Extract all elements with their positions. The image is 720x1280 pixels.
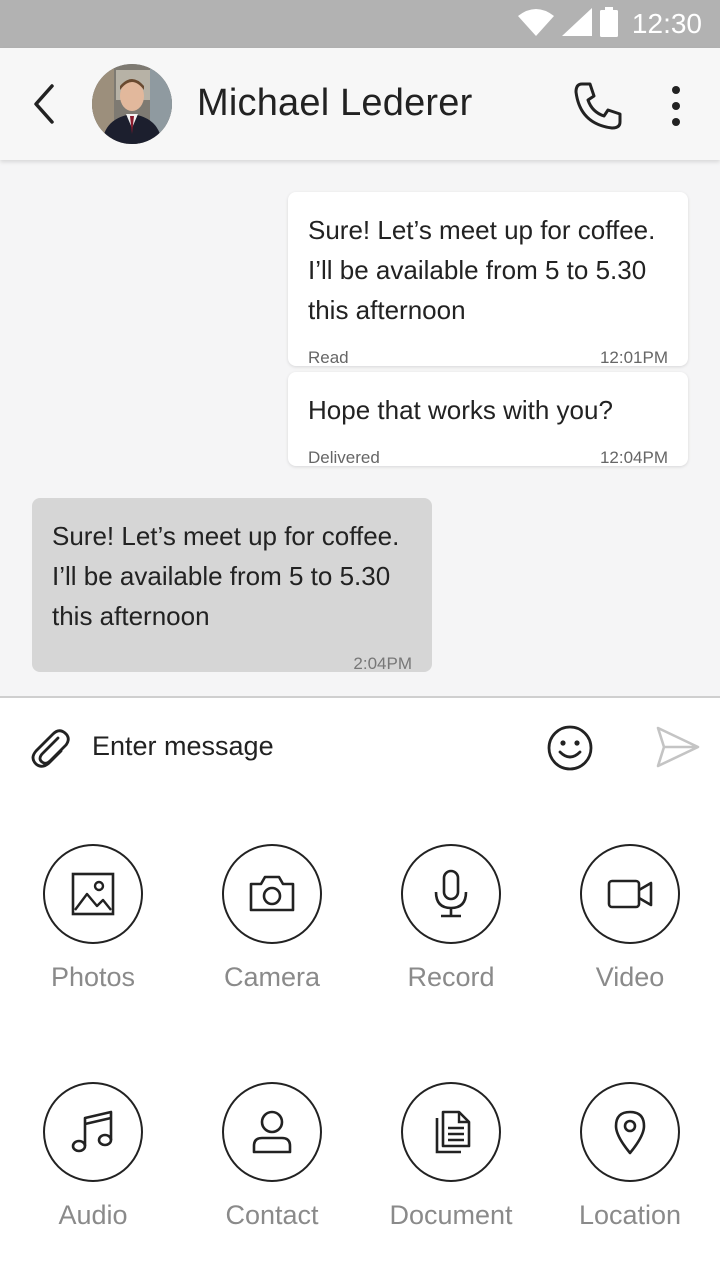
paperclip-icon: [31, 729, 70, 768]
message-status: Delivered: [308, 448, 380, 467]
attach-label: Record: [407, 962, 495, 992]
send-icon: [656, 726, 700, 768]
attach-photos-button[interactable]: Photos: [3, 844, 183, 993]
attach-record-button[interactable]: Record: [361, 844, 541, 993]
attach-label: Audio: [58, 1200, 128, 1230]
person-icon: [252, 1110, 292, 1154]
attach-location-button[interactable]: Location: [540, 1082, 720, 1231]
back-button[interactable]: [26, 80, 66, 128]
attach-label: Photos: [50, 962, 136, 992]
attach-audio-circle: [43, 1082, 143, 1182]
attach-contact-button[interactable]: Contact: [182, 1082, 362, 1231]
attach-contact-circle: [222, 1082, 322, 1182]
photo-icon: [71, 872, 115, 916]
signal-icon: [561, 7, 592, 41]
attach-document-button[interactable]: Document: [361, 1082, 541, 1231]
attach-video-button[interactable]: Video: [540, 844, 720, 993]
attach-photos-circle: [43, 844, 143, 944]
attach-label: Location: [578, 1200, 682, 1230]
phone-icon: [574, 82, 622, 130]
contact-avatar[interactable]: [92, 64, 172, 144]
attach-camera-circle: [222, 844, 322, 944]
message-composer: [0, 696, 720, 798]
microphone-icon: [434, 869, 468, 918]
attach-location-circle: [580, 1082, 680, 1182]
outgoing-message[interactable]: Hope that works with you? Delivered 12:0…: [288, 372, 688, 467]
status-icons: 12:30: [517, 6, 702, 42]
attach-button[interactable]: [28, 726, 72, 770]
more-vert-icon: [672, 86, 680, 126]
wifi-icon: [517, 8, 554, 41]
message-text: Sure! Let’s meet up for coffee. I’ll be …: [52, 521, 400, 631]
attach-audio-button[interactable]: Audio: [3, 1082, 183, 1231]
message-list[interactable]: Sure! Let’s meet up for coffee. I’ll be …: [0, 160, 720, 696]
music-note-icon: [71, 1110, 113, 1153]
call-button[interactable]: [570, 78, 626, 134]
emoji-button[interactable]: [546, 724, 594, 772]
message-input[interactable]: [92, 720, 512, 772]
location-pin-icon: [614, 1110, 646, 1155]
more-options-button[interactable]: [660, 84, 692, 128]
message-time: 2:04PM: [353, 654, 412, 673]
camera-icon: [249, 875, 295, 912]
message-text: Hope that works with you?: [308, 395, 613, 425]
send-button[interactable]: [654, 724, 702, 770]
attach-camera-button[interactable]: Camera: [182, 844, 362, 993]
attach-video-circle: [580, 844, 680, 944]
document-icon: [435, 1110, 471, 1154]
battery-icon: [599, 6, 618, 42]
outgoing-message[interactable]: Sure! Let’s meet up for coffee. I’ll be …: [288, 192, 688, 367]
attach-record-circle: [401, 844, 501, 944]
message-meta: Delivered 12:04PM: [308, 438, 668, 467]
incoming-message[interactable]: Sure! Let’s meet up for coffee. I’ll be …: [32, 498, 432, 673]
conversation-header: Michael Lederer: [0, 48, 720, 160]
back-icon: [34, 84, 54, 124]
message-text: Sure! Let’s meet up for coffee. I’ll be …: [308, 215, 656, 325]
smiley-icon: [547, 725, 593, 771]
message-meta: 2:04PM: [52, 644, 412, 673]
status-bar: 12:30: [0, 0, 720, 48]
status-time: 12:30: [631, 8, 702, 39]
attach-label: Contact: [225, 1200, 319, 1230]
attach-label: Document: [389, 1200, 513, 1230]
attach-label: Camera: [223, 962, 321, 992]
attach-document-circle: [401, 1082, 501, 1182]
message-meta: Read 12:01PM: [308, 338, 668, 367]
attach-label: Video: [595, 962, 665, 992]
contact-name[interactable]: Michael Lederer: [197, 82, 472, 125]
attachment-tray: Photos Camera Record Video Audio Contact…: [0, 796, 720, 1280]
video-icon: [607, 879, 653, 909]
message-time: 12:04PM: [599, 448, 668, 467]
